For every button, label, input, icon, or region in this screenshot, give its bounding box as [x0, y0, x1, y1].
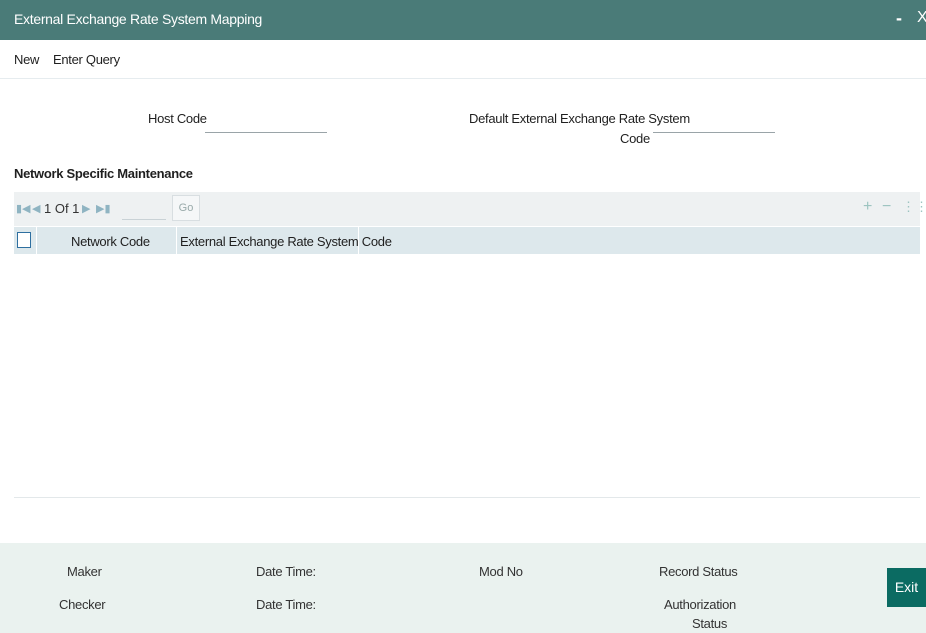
grid-body-border [14, 497, 920, 498]
select-all-checkbox[interactable] [17, 232, 31, 248]
record-status-label: Record Status [659, 564, 738, 579]
audit-footer: Maker Checker Date Time: Date Time: Mod … [0, 543, 926, 633]
maker-date-time-label: Date Time: [256, 564, 316, 579]
section-title: Network Specific Maintenance [14, 166, 193, 181]
grid-dots-icon[interactable]: ⋮⋮ [902, 199, 926, 215]
authorization-status-label-line1: Authorization [664, 597, 736, 612]
grid-pager: ▮◀ ◀ 1 Of 1 ▶ ▶▮ Go + − ⋮⋮ [14, 192, 926, 226]
column-divider [358, 227, 359, 254]
next-page-icon[interactable]: ▶ [82, 202, 90, 215]
grid-header-row: Network Code External Exchange Rate Syst… [14, 227, 920, 254]
new-menu-item[interactable]: New [14, 52, 39, 67]
window-titlebar: External Exchange Rate System Mapping - … [0, 0, 926, 40]
prev-page-icon[interactable]: ◀ [32, 202, 40, 215]
default-ext-rate-input[interactable] [653, 108, 775, 133]
window-title: External Exchange Rate System Mapping [14, 11, 263, 27]
authorization-status-label-line2: Status [692, 616, 728, 631]
column-header-network-code[interactable]: Network Code [71, 234, 150, 249]
enter-query-menu-item[interactable]: Enter Query [53, 52, 120, 67]
minus-icon[interactable]: − [882, 198, 891, 216]
page-number-input[interactable] [122, 199, 166, 220]
first-page-icon[interactable]: ▮◀ [16, 202, 31, 215]
mod-no-label: Mod No [479, 564, 523, 579]
column-divider [36, 227, 37, 254]
column-divider [176, 227, 177, 254]
exit-button[interactable]: Exit [887, 568, 926, 607]
maker-label: Maker [67, 564, 102, 579]
host-code-label: Host Code [148, 111, 207, 126]
close-icon[interactable]: X [917, 9, 926, 27]
plus-icon[interactable]: + [863, 198, 872, 216]
default-ext-rate-label-line2: Code [620, 131, 650, 146]
checker-label: Checker [59, 597, 106, 612]
host-code-input[interactable] [205, 108, 327, 133]
menu-bar: New Enter Query [0, 40, 926, 79]
minimize-icon[interactable]: - [896, 8, 902, 29]
last-page-icon[interactable]: ▶▮ [96, 202, 111, 215]
checker-date-time-label: Date Time: [256, 597, 316, 612]
go-button[interactable]: Go [172, 195, 200, 221]
column-header-ext-rate-system-code[interactable]: External Exchange Rate System Code [180, 234, 392, 249]
page-info: 1 Of 1 [44, 201, 80, 216]
